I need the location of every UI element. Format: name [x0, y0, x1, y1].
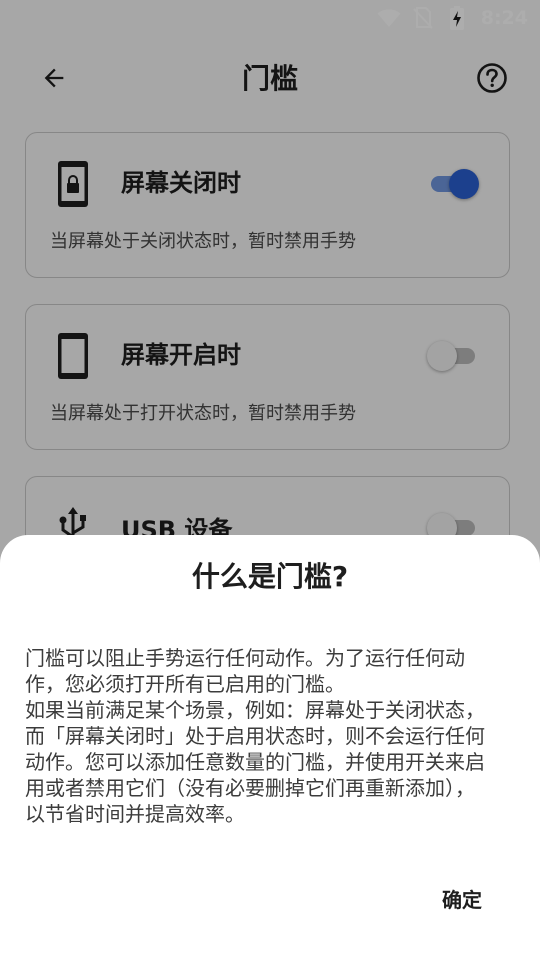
info-bottom-sheet: 什么是门槛? 门槛可以阻止手势运行任何动作。为了运行任何动 作，您必须打开所有已… [0, 535, 540, 960]
dialog-body: 门槛可以阻止手势运行任何动作。为了运行任何动 作，您必须打开所有已启用的门槛。 … [25, 646, 485, 826]
dialog-title: 什么是门槛? [191, 560, 349, 593]
confirm-button[interactable]: 确定 [424, 881, 500, 919]
